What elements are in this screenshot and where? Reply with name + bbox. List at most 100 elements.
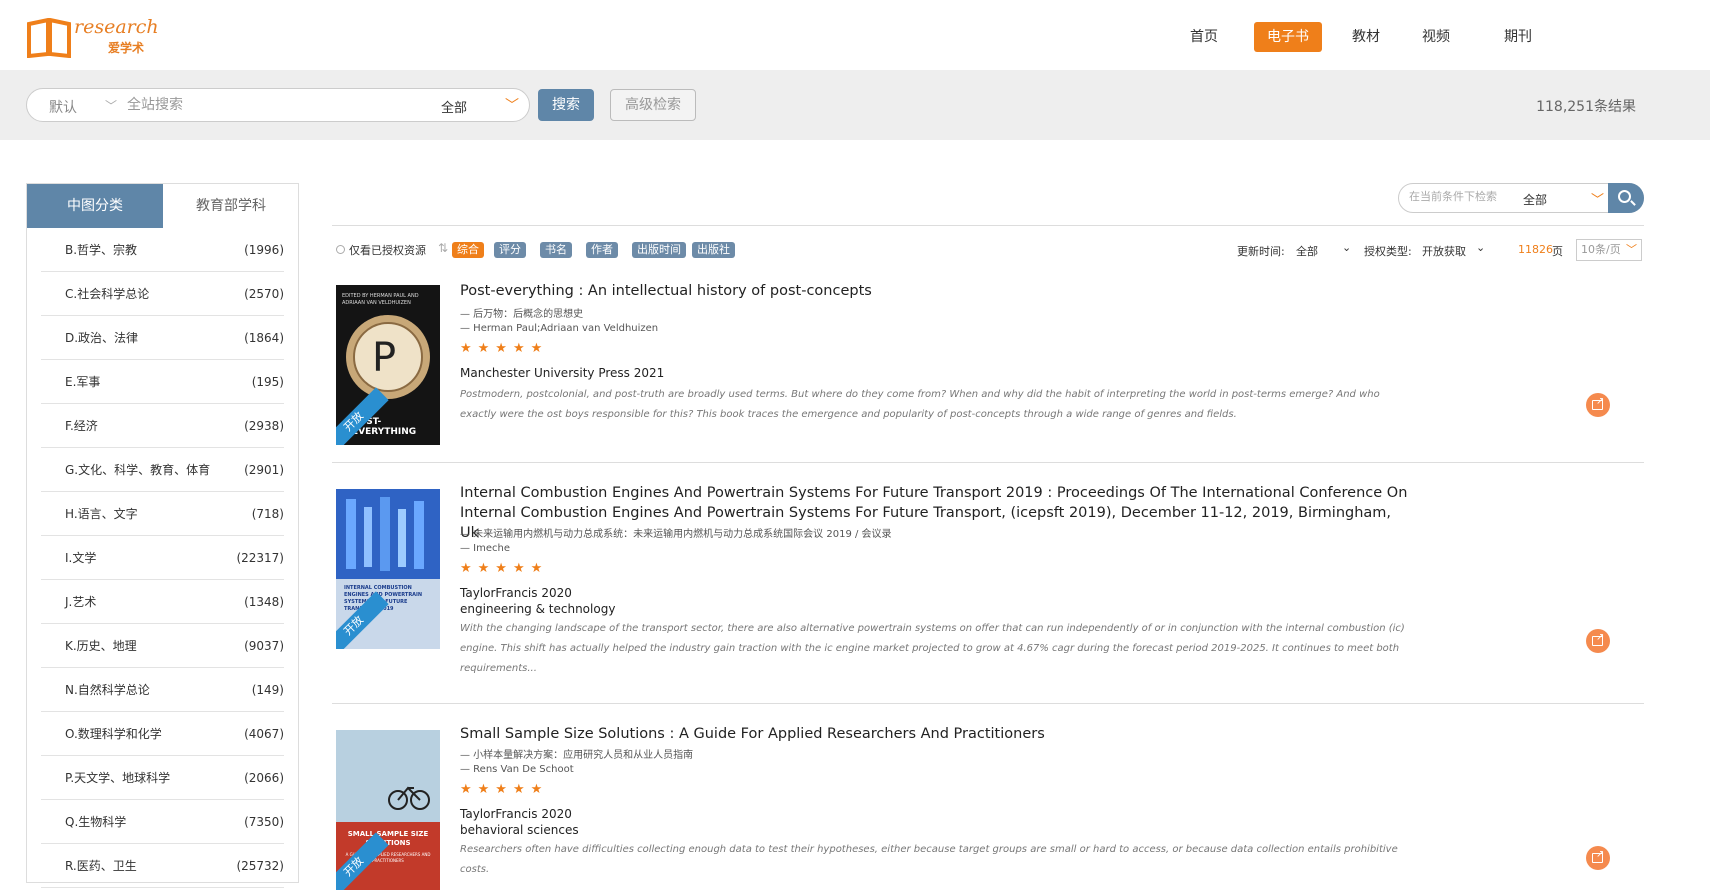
update-time-label: 更新时间: xyxy=(1237,245,1285,258)
category-count: (7350) xyxy=(244,815,284,829)
sidebar-item-category[interactable]: R.医药、卫生 (25732) xyxy=(41,844,284,888)
divider xyxy=(332,225,1644,226)
sort-tag-title[interactable]: 书名 xyxy=(540,242,572,258)
sidebar-item-category[interactable]: B.哲学、宗教 (1996) xyxy=(41,228,284,272)
search-category-select[interactable]: 全部 xyxy=(441,97,467,116)
page-count: 11826 xyxy=(1518,243,1553,256)
category-name: P.天文学、地球科学 xyxy=(65,771,171,785)
book-subject: engineering & technology xyxy=(460,602,616,616)
sort-tag-pubdate[interactable]: 出版时间 xyxy=(632,242,686,258)
sidebar-item-category[interactable]: Q.生物科学 (7350) xyxy=(41,800,284,844)
book-logo-icon xyxy=(27,18,71,58)
sidebar-tabs: 中图分类 教育部学科 xyxy=(27,184,298,228)
book-publisher: Manchester University Press 2021 xyxy=(460,366,665,380)
book-abstract: Researchers often have difficulties coll… xyxy=(460,844,1398,875)
sidebar-item-category[interactable]: J.艺术 (1348) xyxy=(41,580,284,624)
sidebar-item-category[interactable]: N.自然科学总论 (149) xyxy=(41,668,284,712)
tab-moe-disciplines[interactable]: 教育部学科 xyxy=(163,184,299,228)
book-title[interactable]: Post-everything : An intellectual histor… xyxy=(460,281,1410,301)
filter-category-select[interactable]: 全部 xyxy=(1523,191,1547,208)
sort-tag-publisher[interactable]: 出版社 xyxy=(692,242,735,258)
sidebar-item-category[interactable]: O.数理科学和化学 (4067) xyxy=(41,712,284,756)
search-bar: 默认 ﹀ 全部 ﹀ 搜索 高级检索 118,251条结果 xyxy=(0,70,1710,140)
license-type-label: 授权类型: xyxy=(1364,245,1412,258)
sidebar-item-category[interactable]: E.军事 (195) xyxy=(41,360,284,404)
logo-subtext: 爱学术 xyxy=(108,41,145,55)
book-cover[interactable]: INTERNAL COMBUSTION ENGINES AND POWERTRA… xyxy=(336,489,440,649)
search-input[interactable] xyxy=(127,95,427,115)
nav-videos[interactable]: 视频 xyxy=(1414,22,1458,52)
nav-journals[interactable]: 期刊 xyxy=(1496,22,1540,52)
update-time-select[interactable]: 全部 xyxy=(1296,243,1318,259)
search-icon-handle xyxy=(1630,200,1636,206)
category-name: R.医药、卫生 xyxy=(65,859,137,873)
nav-ebooks[interactable]: 电子书 xyxy=(1254,22,1322,52)
license-type-select[interactable]: 开放获取 xyxy=(1422,243,1466,259)
chevron-down-icon[interactable]: ﹀ xyxy=(1591,189,1604,208)
category-name: D.政治、法律 xyxy=(65,331,139,345)
arrow-icon: ↗ xyxy=(1596,396,1605,407)
category-count: (2938) xyxy=(244,419,284,433)
chevron-down-icon: ﹀ xyxy=(1626,243,1637,256)
category-count: (149) xyxy=(251,683,284,697)
sidebar-item-category[interactable]: H.语言、文字 (718) xyxy=(41,492,284,536)
sort-tag-rating[interactable]: 评分 xyxy=(494,242,526,258)
book-publisher: TaylorFrancis 2020 xyxy=(460,807,572,821)
book-cn-title: — 小样本量解决方案：应用研究人员和从业人员指南 xyxy=(460,750,694,761)
arrow-icon: ↗ xyxy=(1596,632,1605,643)
chevron-down-icon[interactable]: ⌄ xyxy=(1342,241,1351,254)
category-name: H.语言、文字 xyxy=(65,507,138,521)
search-button[interactable]: 搜索 xyxy=(538,89,594,121)
sidebar-item-category[interactable]: P.天文学、地球科学 (2066) xyxy=(41,756,284,800)
rating-stars: ★★★★★ xyxy=(460,782,549,797)
divider xyxy=(332,462,1644,463)
chevron-down-icon[interactable]: ﹀ xyxy=(105,97,117,114)
sidebar-item-category[interactable]: K.历史、地理 (9037) xyxy=(41,624,284,668)
advanced-search-button[interactable]: 高级检索 xyxy=(610,89,696,121)
filter-search-input[interactable] xyxy=(1409,190,1509,203)
authorized-only-radio[interactable] xyxy=(336,245,345,254)
category-count: (718) xyxy=(251,507,284,521)
nav-textbooks[interactable]: 教材 xyxy=(1344,22,1388,52)
book-abstract: Postmodern, postcolonial, and post-truth… xyxy=(460,389,1380,420)
book-authors: — Imeche xyxy=(460,543,511,554)
book-authors: — Herman Paul;Adriaan van Veldhuizen xyxy=(460,323,659,334)
category-name: O.数理科学和化学 xyxy=(65,727,162,741)
chevron-down-icon[interactable]: ⌄ xyxy=(1476,241,1485,254)
sort-tag-overall[interactable]: 综合 xyxy=(452,242,484,258)
logo-text: research xyxy=(74,16,159,38)
cover-letter: P xyxy=(372,335,397,381)
sidebar-item-category[interactable]: C.社会科学总论 (2570) xyxy=(41,272,284,316)
category-count: (2570) xyxy=(244,287,284,301)
filter-search-button[interactable] xyxy=(1608,183,1644,213)
chevron-down-icon[interactable]: ﹀ xyxy=(505,95,519,115)
search-box: 默认 ﹀ 全部 ﹀ xyxy=(26,88,530,122)
category-count: (2901) xyxy=(244,463,284,477)
category-count: (1864) xyxy=(244,331,284,345)
category-count: (25732) xyxy=(236,859,284,873)
tab-clc-classification[interactable]: 中图分类 xyxy=(27,184,163,228)
open-book-button[interactable]: ↗ xyxy=(1586,393,1610,417)
sidebar-item-category[interactable]: G.文化、科学、教育、体育 (2901) xyxy=(41,448,284,492)
category-name: B.哲学、宗教 xyxy=(65,243,138,257)
open-book-button[interactable]: ↗ xyxy=(1586,629,1610,653)
book-publisher: TaylorFrancis 2020 xyxy=(460,586,572,600)
sidebar-item-category[interactable]: D.政治、法律 (1864) xyxy=(41,316,284,360)
sidebar-item-category[interactable]: I.文学 (22317) xyxy=(41,536,284,580)
result-count: 118,251条结果 xyxy=(1536,99,1636,115)
category-name: G.文化、科学、教育、体育 xyxy=(65,463,211,477)
category-count: (9037) xyxy=(244,639,284,653)
nav-home[interactable]: 首页 xyxy=(1176,22,1232,52)
category-name: J.艺术 xyxy=(65,595,97,609)
sidebar-item-category[interactable]: F.经济 (2938) xyxy=(41,404,284,448)
per-page-select[interactable]: 10条/页 ﹀ xyxy=(1576,239,1642,261)
search-scope-select[interactable]: 默认 xyxy=(49,97,77,117)
open-book-button[interactable]: ↗ xyxy=(1586,846,1610,870)
book-cover[interactable]: SMALL SAMPLE SIZE SOLUTIONS A GUIDE FOR … xyxy=(336,730,440,890)
sort-tag-author[interactable]: 作者 xyxy=(586,242,618,258)
authorized-only-label[interactable]: 仅看已授权资源 xyxy=(349,242,426,258)
logo[interactable]: research 爱学术 xyxy=(26,16,159,58)
book-cover[interactable]: EDITED BY HERMAN PAUL AND ADRIAAN VAN VE… xyxy=(336,285,440,445)
book-cn-title: — 后万物：后概念的思想史 xyxy=(460,309,584,320)
book-title[interactable]: Small Sample Size Solutions : A Guide Fo… xyxy=(460,724,1410,744)
